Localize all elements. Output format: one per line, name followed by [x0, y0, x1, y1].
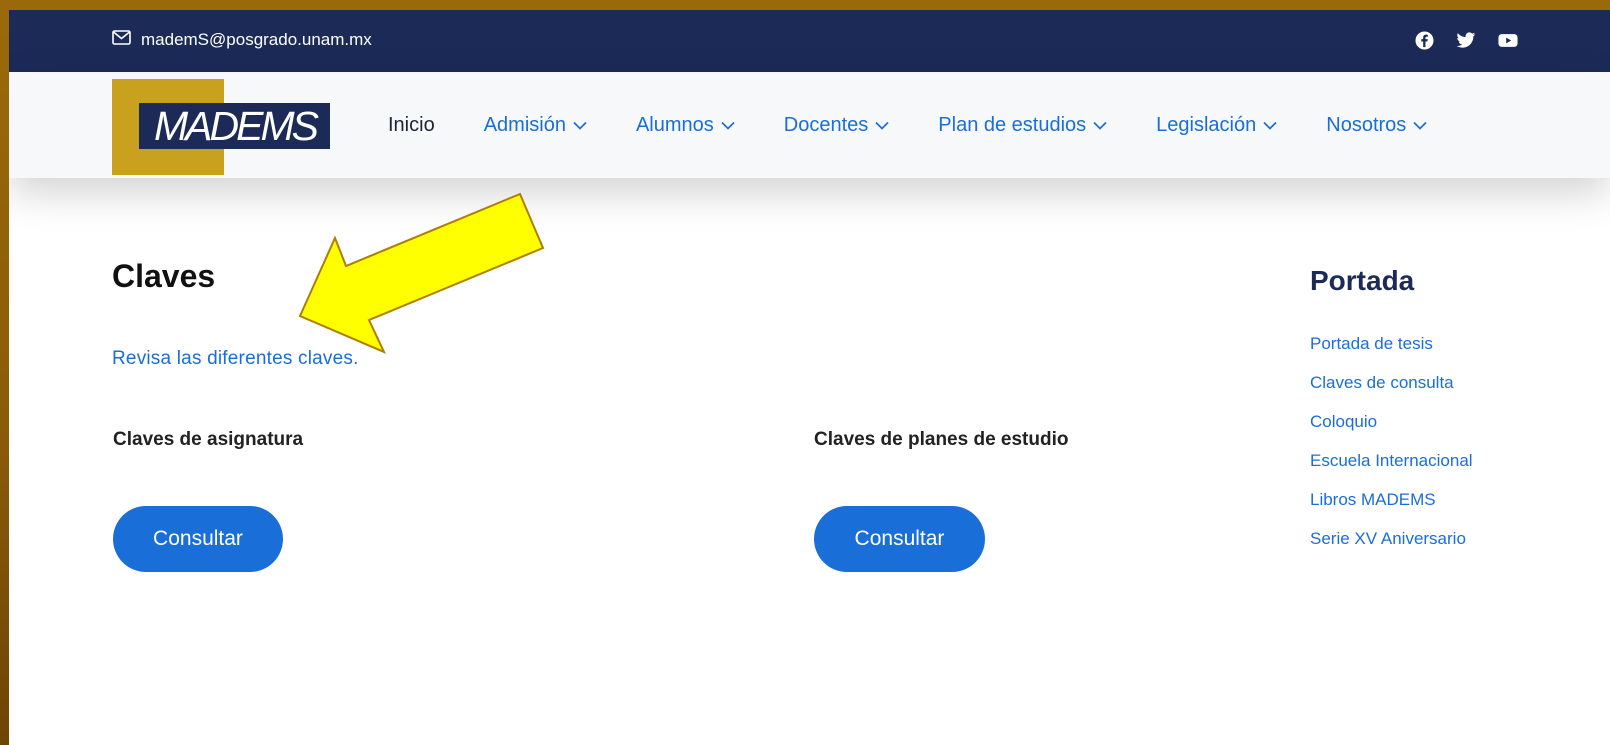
logo-navy-band: MADEMS	[139, 103, 330, 149]
nav-item-alumnos[interactable]: Alumnos	[636, 114, 735, 137]
contact-email[interactable]: mademS@posgrado.unam.mx	[112, 30, 372, 50]
sidebar-item-coloquio[interactable]: Coloquio	[1310, 411, 1473, 450]
logo-wordmark: MADEMS	[154, 106, 320, 146]
section-heading-planes: Claves de planes de estudio	[814, 429, 1069, 450]
sidebar-item-libros-mademS[interactable]: Libros MADEMS	[1310, 489, 1473, 528]
nav-label[interactable]: Alumnos	[636, 114, 714, 137]
consultar-planes-button[interactable]: Consultar	[814, 506, 985, 572]
nav-item-nosotros[interactable]: Nosotros	[1326, 114, 1427, 137]
nav-item-admision[interactable]: Admisión	[484, 114, 587, 137]
email-text[interactable]: mademS@posgrado.unam.mx	[141, 30, 372, 50]
mademS-logo[interactable]: MADEMS	[112, 79, 330, 175]
sidebar-item-escuela-internacional[interactable]: Escuela Internacional	[1310, 450, 1473, 489]
facebook-icon[interactable]	[1414, 30, 1434, 50]
nav-item-plan-de-estudios[interactable]: Plan de estudios	[938, 114, 1107, 137]
nav-label[interactable]: Legislación	[1156, 114, 1256, 137]
mail-icon	[112, 30, 131, 50]
twitter-icon[interactable]	[1456, 30, 1476, 50]
top-bar: mademS@posgrado.unam.mx	[9, 10, 1610, 72]
nav-item-docentes[interactable]: Docentes	[784, 114, 890, 137]
nav-label[interactable]: Admisión	[484, 114, 566, 137]
chevron-down-icon	[1413, 121, 1427, 130]
intro-link[interactable]: Revisa las diferentes claves.	[112, 348, 359, 370]
chevron-down-icon	[1093, 121, 1107, 130]
social-links	[1414, 30, 1518, 50]
chevron-down-icon	[875, 121, 889, 130]
section-heading-asignatura: Claves de asignatura	[113, 429, 304, 450]
page-title: Claves	[112, 258, 216, 294]
site-header: MADEMS Inicio Admisión Alumnos Docentes …	[9, 72, 1610, 178]
youtube-icon[interactable]	[1498, 30, 1518, 50]
sidebar-title: Portada	[1310, 265, 1415, 296]
main-nav: Inicio Admisión Alumnos Docentes Plan de…	[388, 72, 1427, 178]
nav-item-legislacion[interactable]: Legislación	[1156, 114, 1277, 137]
chevron-down-icon	[573, 121, 587, 130]
sidebar-item-claves-de-consulta[interactable]: Claves de consulta	[1310, 372, 1473, 411]
sidebar-item-serie-xv-aniversario[interactable]: Serie XV Aniversario	[1310, 528, 1473, 567]
sidebar-list: Portada de tesis Claves de consulta Colo…	[1310, 333, 1473, 567]
nav-label[interactable]: Plan de estudios	[938, 114, 1086, 137]
sidebar-item-portada-de-tesis[interactable]: Portada de tesis	[1310, 333, 1473, 372]
nav-item-inicio[interactable]: Inicio	[388, 114, 435, 137]
nav-label[interactable]: Inicio	[388, 114, 435, 137]
nav-label[interactable]: Nosotros	[1326, 114, 1406, 137]
svg-text:MADEMS: MADEMS	[154, 106, 319, 146]
chevron-down-icon	[721, 121, 735, 130]
chevron-down-icon	[1263, 121, 1277, 130]
consultar-asignatura-button[interactable]: Consultar	[113, 506, 283, 572]
nav-label[interactable]: Docentes	[784, 114, 869, 137]
page-frame: mademS@posgrado.unam.mx MADEMS Inicio Ad…	[9, 10, 1610, 745]
